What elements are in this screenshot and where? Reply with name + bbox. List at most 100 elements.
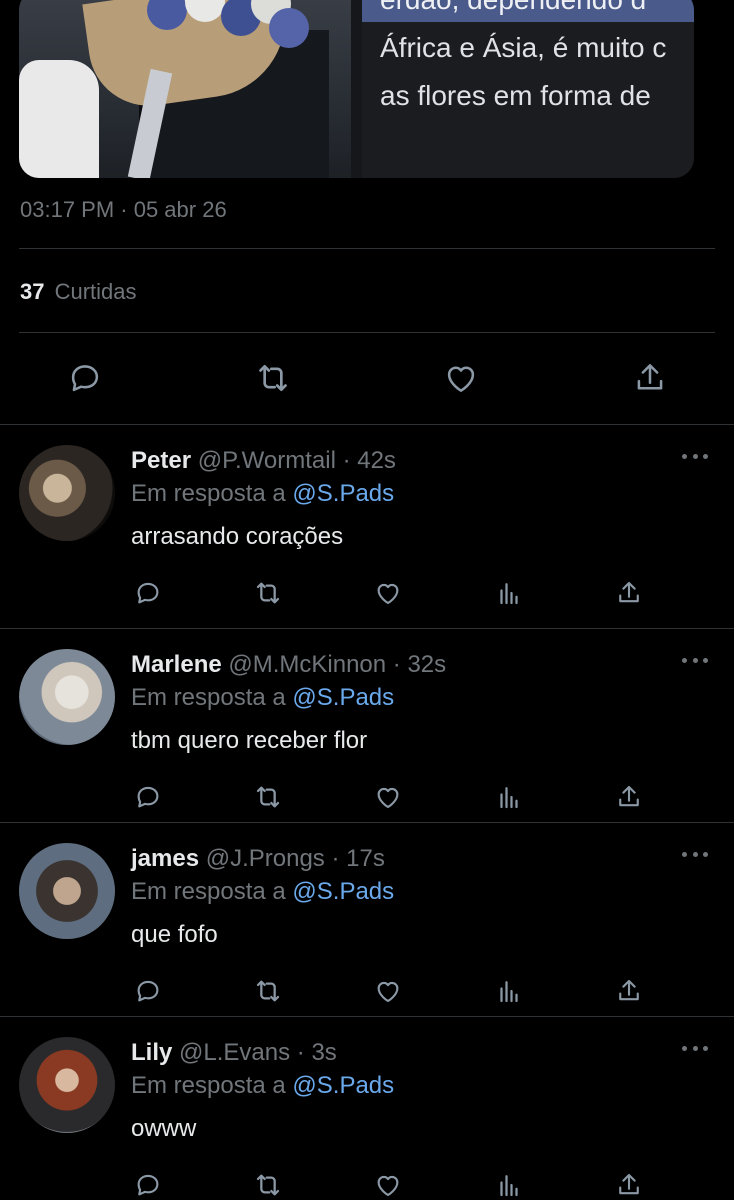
- more-dot-icon: [703, 1045, 708, 1051]
- views-button[interactable]: [491, 1167, 527, 1200]
- reply-item[interactable]: Marlene @M.McKinnon · 32s Em resposta a …: [0, 628, 734, 822]
- like-button[interactable]: [370, 1167, 406, 1200]
- reply-button[interactable]: [130, 973, 166, 1009]
- like-icon: [377, 981, 399, 1003]
- like-icon: [447, 366, 475, 392]
- retweet-icon: [256, 980, 280, 1002]
- text-screenshot-card[interactable]: erdão, dependendo d África e Ásia, é mui…: [362, 0, 694, 178]
- card-text-line-2: África e Ásia, é muito c: [380, 32, 667, 63]
- views-button[interactable]: [491, 779, 527, 815]
- views-button[interactable]: [491, 973, 527, 1009]
- like-button[interactable]: [370, 973, 406, 1009]
- like-icon: [377, 583, 399, 605]
- avatar[interactable]: [19, 843, 115, 939]
- likes-label: Curtidas: [54, 279, 137, 304]
- share-button[interactable]: [611, 973, 647, 1009]
- mention-link[interactable]: @S.Pads: [292, 878, 394, 905]
- reply-item[interactable]: james @J.Prongs · 17s Em resposta a @S.P…: [0, 822, 734, 1016]
- reply-icon: [137, 980, 159, 1002]
- reply-time: · 3s: [296, 1039, 337, 1066]
- more-dot-icon: [703, 453, 708, 459]
- likes-count[interactable]: 37 Curtidas: [20, 279, 137, 305]
- more-options-button[interactable]: [682, 849, 708, 859]
- divider: [19, 332, 715, 333]
- more-dot-icon: [703, 851, 708, 857]
- retweet-icon: [256, 582, 280, 604]
- more-dot-icon: [692, 453, 698, 459]
- mention-link[interactable]: @S.Pads: [292, 684, 394, 711]
- analytics-icon: [500, 1175, 518, 1197]
- author-handle[interactable]: @J.Prongs: [206, 845, 325, 872]
- mention-link[interactable]: @S.Pads: [292, 480, 394, 507]
- reply-text: tbm quero receber flor: [131, 727, 368, 754]
- avatar[interactable]: [19, 445, 115, 541]
- share-button[interactable]: [611, 1167, 647, 1200]
- author-handle[interactable]: @L.Evans: [179, 1039, 290, 1066]
- reply-item[interactable]: Peter @P.Wormtail · 42s Em resposta a @S…: [0, 424, 734, 618]
- reply-action-bar: [0, 1167, 734, 1200]
- retweet-button[interactable]: [250, 575, 286, 611]
- reply-header: Lily @L.Evans · 3s: [131, 1039, 337, 1067]
- author-name[interactable]: Marlene: [131, 651, 222, 678]
- more-dot-icon: [682, 657, 687, 663]
- photo-flowers: [129, 0, 309, 60]
- reply-item[interactable]: Lily @L.Evans · 3s Em resposta a @S.Pads…: [0, 1016, 734, 1200]
- reply-header: Marlene @M.McKinnon · 32s: [131, 651, 446, 679]
- retweet-icon: [256, 1174, 280, 1196]
- card-text-line-3: as flores em forma de: [380, 80, 651, 111]
- retweet-icon: [256, 786, 280, 808]
- reply-button[interactable]: [130, 779, 166, 815]
- reply-button[interactable]: [130, 1167, 166, 1200]
- like-button[interactable]: [370, 779, 406, 815]
- share-icon: [619, 581, 639, 603]
- avatar[interactable]: [19, 649, 115, 745]
- author-handle[interactable]: @P.Wormtail: [198, 447, 336, 474]
- tweet-timestamp: 03:17 PM · 05 abr 26: [20, 197, 227, 222]
- like-icon: [377, 1175, 399, 1197]
- share-icon: [637, 364, 663, 390]
- more-options-button[interactable]: [682, 1043, 708, 1053]
- share-button[interactable]: [611, 779, 647, 815]
- reply-context: Em resposta a @S.Pads: [131, 684, 394, 712]
- author-handle[interactable]: @M.McKinnon: [228, 651, 386, 678]
- divider: [19, 248, 715, 249]
- reply-time: · 17s: [331, 845, 385, 872]
- analytics-icon: [500, 583, 518, 605]
- share-icon: [619, 1173, 639, 1195]
- retweet-button[interactable]: [250, 973, 286, 1009]
- more-dot-icon: [682, 851, 687, 857]
- more-dot-icon: [692, 1045, 698, 1051]
- reply-context: Em resposta a @S.Pads: [131, 1072, 394, 1100]
- reply-action-bar: [0, 575, 734, 611]
- reply-prefix: Em resposta a: [131, 480, 286, 507]
- mention-link[interactable]: @S.Pads: [292, 1072, 394, 1099]
- reply-action-bar: [0, 973, 734, 1009]
- reply-button[interactable]: [62, 355, 108, 401]
- reply-prefix: Em resposta a: [131, 684, 286, 711]
- bouquet-photo[interactable]: [19, 0, 351, 178]
- tweet-action-bar: [0, 355, 734, 405]
- more-dot-icon: [703, 657, 708, 663]
- share-button[interactable]: [627, 355, 673, 401]
- reply-button[interactable]: [130, 575, 166, 611]
- retweet-button[interactable]: [250, 355, 296, 401]
- like-button[interactable]: [370, 575, 406, 611]
- views-button[interactable]: [491, 575, 527, 611]
- more-options-button[interactable]: [682, 451, 708, 461]
- retweet-button[interactable]: [250, 1167, 286, 1200]
- reply-time: · 32s: [392, 651, 447, 678]
- author-name[interactable]: james: [131, 845, 199, 872]
- reply-icon: [137, 786, 159, 808]
- reply-text: que fofo: [131, 921, 218, 948]
- like-button[interactable]: [438, 355, 484, 401]
- share-button[interactable]: [611, 575, 647, 611]
- author-name[interactable]: Peter: [131, 447, 191, 474]
- avatar[interactable]: [19, 1037, 115, 1133]
- tweet-media[interactable]: erdão, dependendo d África e Ásia, é mui…: [19, 0, 694, 178]
- reply-context: Em resposta a @S.Pads: [131, 480, 394, 508]
- more-options-button[interactable]: [682, 655, 708, 665]
- author-name[interactable]: Lily: [131, 1039, 172, 1066]
- photo-sleeve: [19, 60, 99, 178]
- retweet-button[interactable]: [250, 779, 286, 815]
- reply-action-bar: [0, 779, 734, 815]
